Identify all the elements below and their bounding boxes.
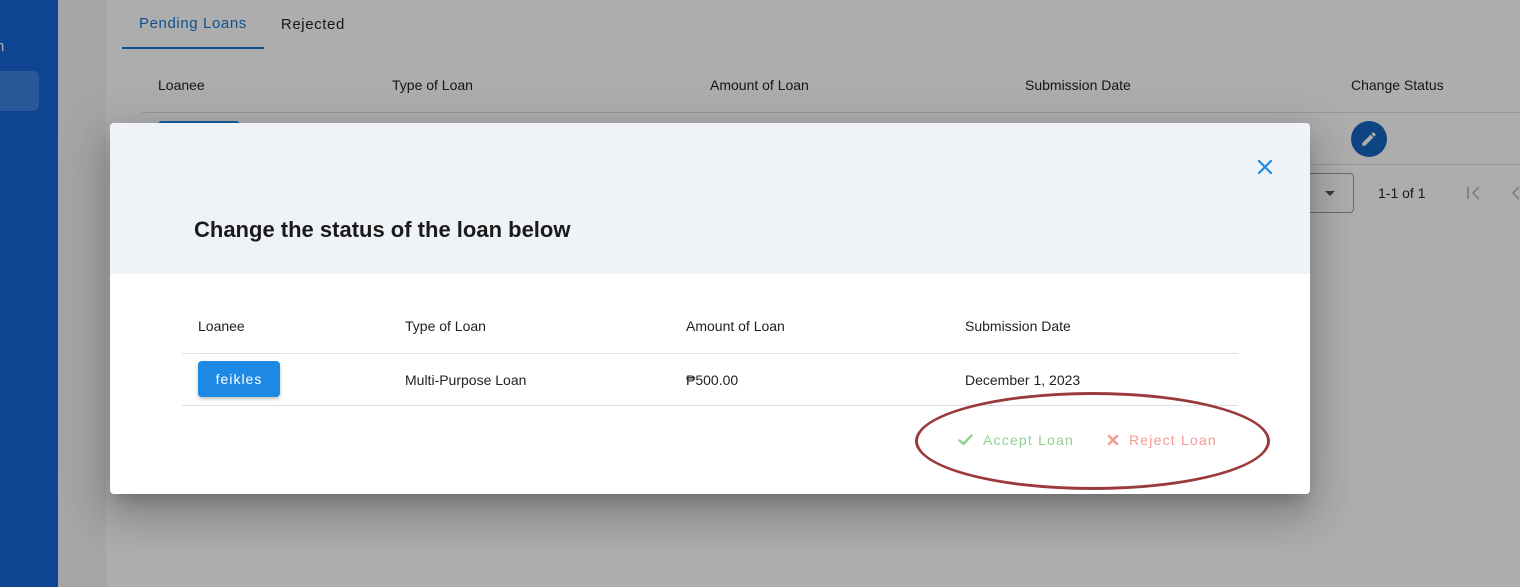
close-button[interactable] [1250, 152, 1280, 182]
column-type-of-loan: Type of Loan [405, 318, 486, 334]
column-loanee: Loanee [198, 318, 245, 334]
annotation-highlight-ellipse [915, 392, 1270, 490]
submission-date-cell: December 1, 2023 [965, 372, 1081, 388]
dialog-title: Change the status of the loan below [194, 217, 571, 242]
column-amount-of-loan: Amount of Loan [686, 318, 785, 334]
close-icon [1257, 159, 1273, 175]
dialog-header: Change the status of the loan below [110, 123, 1310, 274]
loanee-button[interactable]: feikles [198, 361, 280, 397]
loan-amount-cell: ₱500.00 [686, 372, 739, 388]
column-submission-date: Submission Date [965, 318, 1071, 334]
loan-type-cell: Multi-Purpose Loan [405, 372, 527, 388]
dialog-table-header: Loanee Type of Loan Amount of Loan Submi… [182, 303, 1238, 354]
